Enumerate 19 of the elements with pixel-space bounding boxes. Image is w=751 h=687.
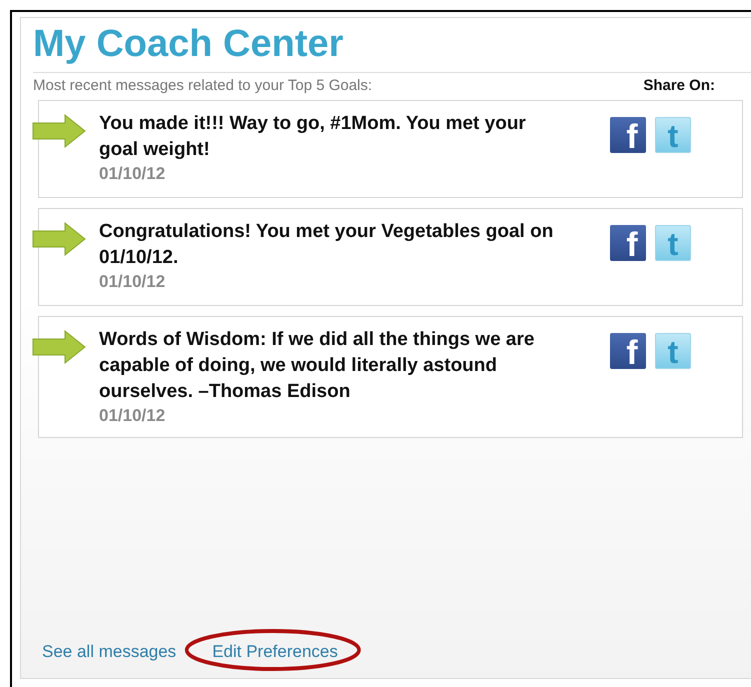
facebook-icon[interactable]: f — [610, 117, 646, 153]
message-text: Congratulations! You met your Vegetables goal on 01/10/12. — [99, 220, 554, 270]
arrow-icon — [31, 113, 87, 149]
message-text: Words of Wisdom: If we did all the things we are capable of doing, we would literally astound ourselves. –Thomas Edison — [99, 328, 536, 404]
panel-title: My Coach Center — [33, 22, 344, 66]
message-text: You made it!!! Way to go, #1Mom. You met your goal weight! — [99, 112, 527, 162]
message-date: 01/10/12 — [99, 163, 166, 185]
footer-link[interactable]: See all messages — [42, 642, 176, 661]
facebook-icon[interactable]: f — [610, 225, 646, 261]
message-date: 01/10/12 — [99, 405, 166, 427]
message-date: 01/10/12 — [99, 271, 166, 293]
twitter-icon[interactable]: t — [655, 333, 691, 369]
twitter-icon[interactable]: t — [655, 117, 691, 153]
subtitle: Most recent messages related to your Top 5 Goals: — [33, 77, 372, 94]
arrow-icon — [31, 221, 87, 257]
arrow-icon — [31, 329, 87, 365]
twitter-icon[interactable]: t — [655, 225, 691, 261]
facebook-icon[interactable]: f — [610, 333, 646, 369]
share-label: Share On: — [643, 77, 715, 94]
